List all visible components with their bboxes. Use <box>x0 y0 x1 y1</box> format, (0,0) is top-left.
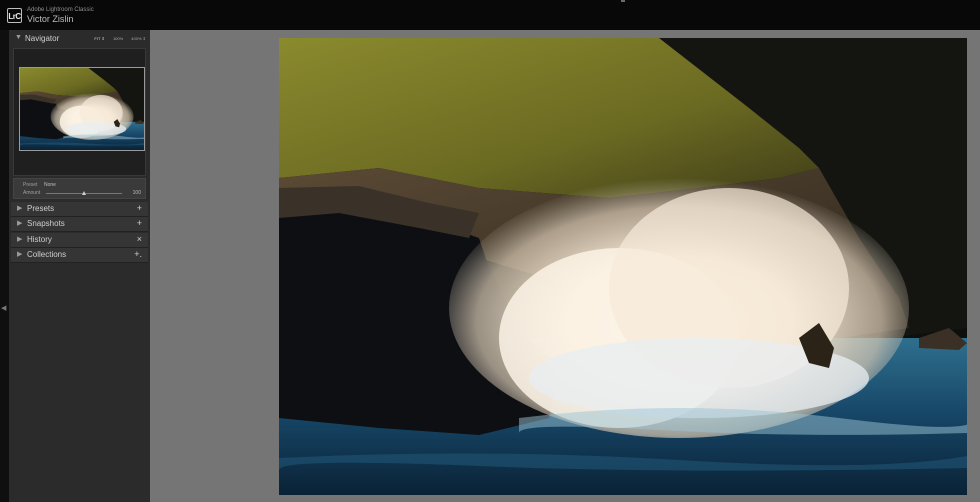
preset-select[interactable]: None <box>44 182 56 188</box>
plus-icon[interactable]: + <box>137 218 142 228</box>
activity-indicator <box>621 0 625 2</box>
section-collections[interactable]: ▶ Collections +. <box>11 248 148 263</box>
zoom-options: FIT ⇕ 100% 400% ⇕ <box>87 36 146 41</box>
plus-icon[interactable]: + <box>137 203 142 213</box>
section-label: Collections <box>27 250 67 259</box>
navigator-header[interactable]: ▼ Navigator FIT ⇕ 100% 400% ⇕ <box>9 32 150 46</box>
left-panel: ▼ Navigator FIT ⇕ 100% 400% ⇕ Preset Non… <box>9 30 150 502</box>
section-snapshots[interactable]: ▶ Snapshots + <box>11 217 148 232</box>
photo-image <box>279 38 967 495</box>
app-name: Adobe Lightroom Classic <box>27 7 94 13</box>
main-photo[interactable] <box>279 38 967 495</box>
navigator-thumbnail[interactable] <box>19 67 145 151</box>
expand-triangle-icon: ▶ <box>17 205 23 212</box>
amount-label: Amount <box>23 190 41 196</box>
zoom-100-option[interactable]: 100% <box>113 36 123 41</box>
preset-panel: Preset None Amount 100 <box>13 178 146 199</box>
plus-icon[interactable]: +. <box>134 249 142 259</box>
expand-triangle-icon[interactable]: ▼ <box>15 34 22 41</box>
section-label: Presets <box>27 204 55 213</box>
section-label: Snapshots <box>27 219 65 228</box>
expand-triangle-icon: ▶ <box>17 236 23 243</box>
navigator-preview <box>13 48 146 176</box>
navigator-label: Navigator <box>25 34 60 43</box>
left-panel-edge[interactable]: ◀ <box>0 30 9 502</box>
section-presets[interactable]: ▶ Presets + <box>11 202 148 217</box>
amount-slider[interactable] <box>46 191 122 195</box>
app-logo: LrC <box>7 8 22 23</box>
amount-slider-thumb[interactable] <box>82 191 86 195</box>
close-icon[interactable]: × <box>137 234 142 244</box>
zoom-fit-option[interactable]: FIT ⇕ <box>94 36 104 41</box>
collapse-left-panel-icon[interactable]: ◀ <box>1 304 6 312</box>
preset-label: Preset <box>23 182 38 188</box>
expand-triangle-icon: ▶ <box>17 251 23 258</box>
section-label: History <box>27 235 52 244</box>
zoom-400-option[interactable]: 400% ⇕ <box>131 36 146 41</box>
amount-value: 100 <box>132 190 141 196</box>
section-history[interactable]: ▶ History × <box>11 233 148 248</box>
thumbnail-image <box>20 68 144 150</box>
title-bar: LrC Adobe Lightroom Classic Victor Zisli… <box>0 0 980 30</box>
expand-triangle-icon: ▶ <box>17 220 23 227</box>
user-name[interactable]: Victor Zislin <box>27 14 73 24</box>
